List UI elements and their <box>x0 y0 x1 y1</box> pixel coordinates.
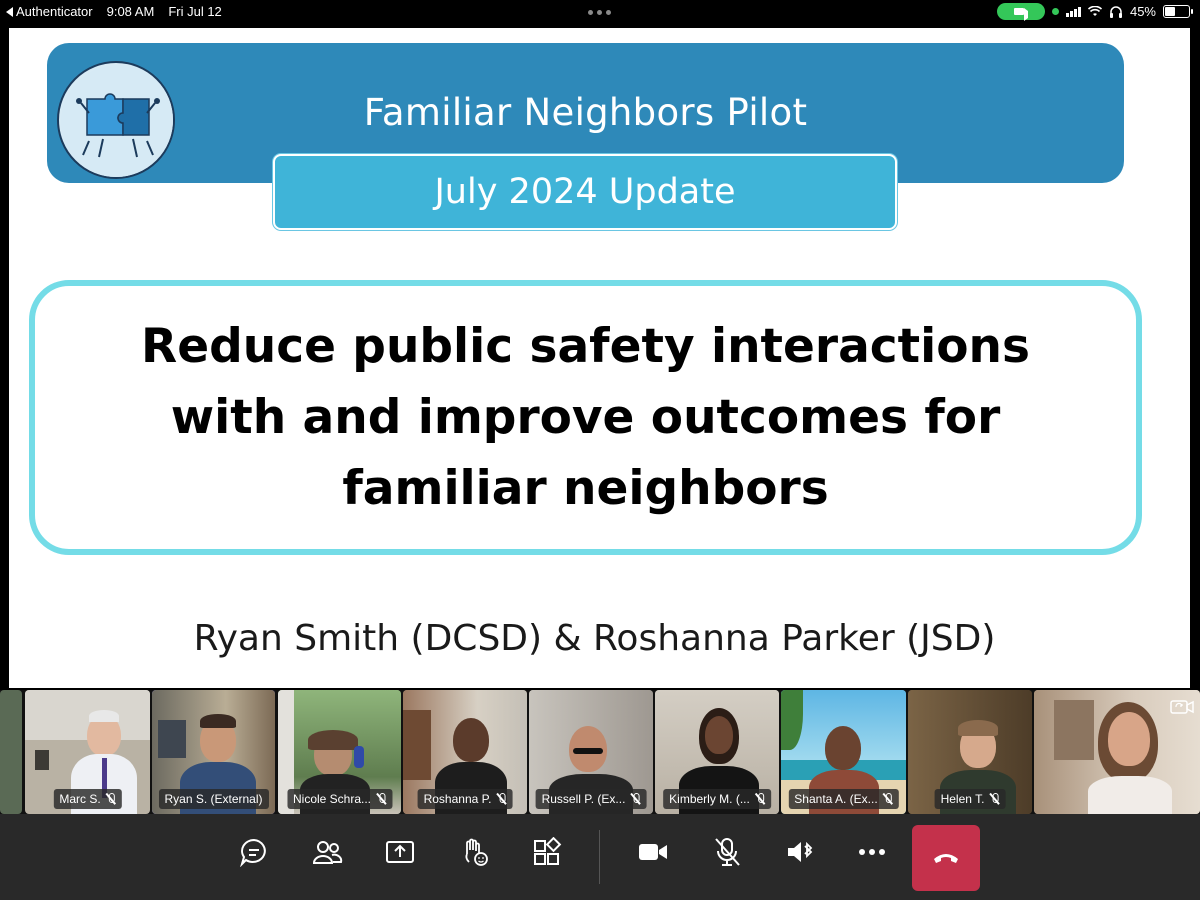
participant-strip: Marc S. Ryan S. (External) Nicole Schra.… <box>0 690 1200 814</box>
raise-hand-icon <box>465 838 488 866</box>
switch-camera-icon[interactable] <box>1170 698 1194 716</box>
mic-muted-icon <box>989 793 999 805</box>
participant-name: Marc S. <box>59 792 101 806</box>
participant-name: Ryan S. (External) <box>164 792 263 806</box>
self-view-tile[interactable] <box>1034 690 1200 814</box>
participant-name-tag: Helen T. <box>934 789 1006 809</box>
participant-tile[interactable]: Roshanna P. <box>403 690 527 814</box>
back-to-app-link[interactable]: Authenticator <box>6 4 93 19</box>
participant-name-tag: Shanta A. (Ex... <box>788 789 899 809</box>
toolbar-divider <box>599 830 600 884</box>
speaker-icon <box>788 841 813 862</box>
camera-icon <box>639 844 667 860</box>
share-screen-button[interactable] <box>376 828 424 876</box>
participant-name-tag: Roshanna P. <box>417 789 513 809</box>
presenters-line: Ryan Smith (DCSD) & Roshanna Parker (JSD… <box>193 618 996 659</box>
participant-name: Kimberly M. (... <box>669 792 750 806</box>
more-icon <box>859 849 885 855</box>
participant-name-tag: Kimberly M. (... <box>663 789 771 809</box>
mic-muted-icon <box>883 793 893 805</box>
mic-muted-icon <box>496 793 506 805</box>
participant-tile-active-speaker[interactable]: Ryan S. (External) <box>152 690 275 814</box>
mic-muted-icon <box>755 793 765 805</box>
chat-button[interactable] <box>230 828 278 876</box>
speaker-button[interactable] <box>776 828 824 876</box>
wifi-icon <box>1087 6 1102 16</box>
participant-tile[interactable]: Shanta A. (Ex... <box>781 690 906 814</box>
meeting-toolbar <box>0 814 1200 900</box>
camera-in-use-icon <box>996 3 1045 21</box>
hang-up-button[interactable] <box>912 825 980 891</box>
back-app-label: Authenticator <box>16 4 93 19</box>
participant-tile[interactable]: Kimberly M. (... <box>655 690 779 814</box>
multitasking-dots-icon[interactable] <box>588 10 611 15</box>
mic-muted-icon <box>630 793 640 805</box>
more-options-button[interactable] <box>848 828 896 876</box>
participant-tile[interactable]: Nicole Schra... <box>278 690 401 814</box>
participant-name: Helen T. <box>940 792 985 806</box>
mic-off-icon <box>715 838 740 866</box>
participant-name-tag: Russell P. (Ex... <box>535 789 647 809</box>
puzzle-logo-icon <box>57 61 175 179</box>
participant-tile-partial[interactable] <box>0 690 22 814</box>
participant-name: Roshanna P. <box>423 792 492 806</box>
status-date: Fri Jul 12 <box>168 4 222 19</box>
apps-icon <box>534 837 562 865</box>
share-screen-icon <box>386 841 414 863</box>
mic-muted-icon <box>106 793 116 805</box>
mic-muted-icon <box>376 793 386 805</box>
chat-icon <box>240 838 266 867</box>
mute-button[interactable] <box>703 828 751 876</box>
status-bar: Authenticator 9:08 AM Fri Jul 12 45% <box>0 0 1200 24</box>
participant-name-tag: Nicole Schra... <box>286 789 393 809</box>
goal-box: Reduce public safety interactions with a… <box>29 280 1142 555</box>
subtitle-box: July 2024 Update <box>273 154 897 230</box>
camera-button[interactable] <box>629 828 677 876</box>
camera-indicator-dot <box>1051 8 1059 15</box>
battery-icon <box>1163 5 1193 18</box>
participant-name: Russell P. (Ex... <box>541 792 626 806</box>
slide-title: Familiar Neighbors Pilot <box>363 91 808 134</box>
people-button[interactable] <box>303 828 351 876</box>
status-time: 9:08 AM <box>106 4 155 19</box>
participant-name-tag: Ryan S. (External) <box>158 789 269 809</box>
participant-name-tag: Marc S. <box>53 789 122 809</box>
participant-name: Nicole Schra... <box>292 792 372 806</box>
goal-statement: Reduce public safety interactions with a… <box>141 319 1030 516</box>
participant-tile[interactable]: Russell P. (Ex... <box>529 690 653 814</box>
raise-hand-button[interactable] <box>451 828 499 876</box>
participant-name: Shanta A. (Ex... <box>794 792 878 806</box>
shared-slide: Familiar Neighbors Pilot July 2024 Updat… <box>9 28 1190 688</box>
cellular-signal-icon <box>1065 6 1081 17</box>
hangup-icon <box>934 854 958 863</box>
people-icon <box>312 841 343 864</box>
back-arrow-icon <box>6 6 13 17</box>
participant-tile[interactable]: Marc S. <box>25 690 150 814</box>
battery-percent: 45% <box>1129 4 1156 19</box>
participant-tile[interactable]: Helen T. <box>908 690 1032 814</box>
headphones-icon <box>1109 5 1122 18</box>
apps-button[interactable] <box>523 828 571 876</box>
